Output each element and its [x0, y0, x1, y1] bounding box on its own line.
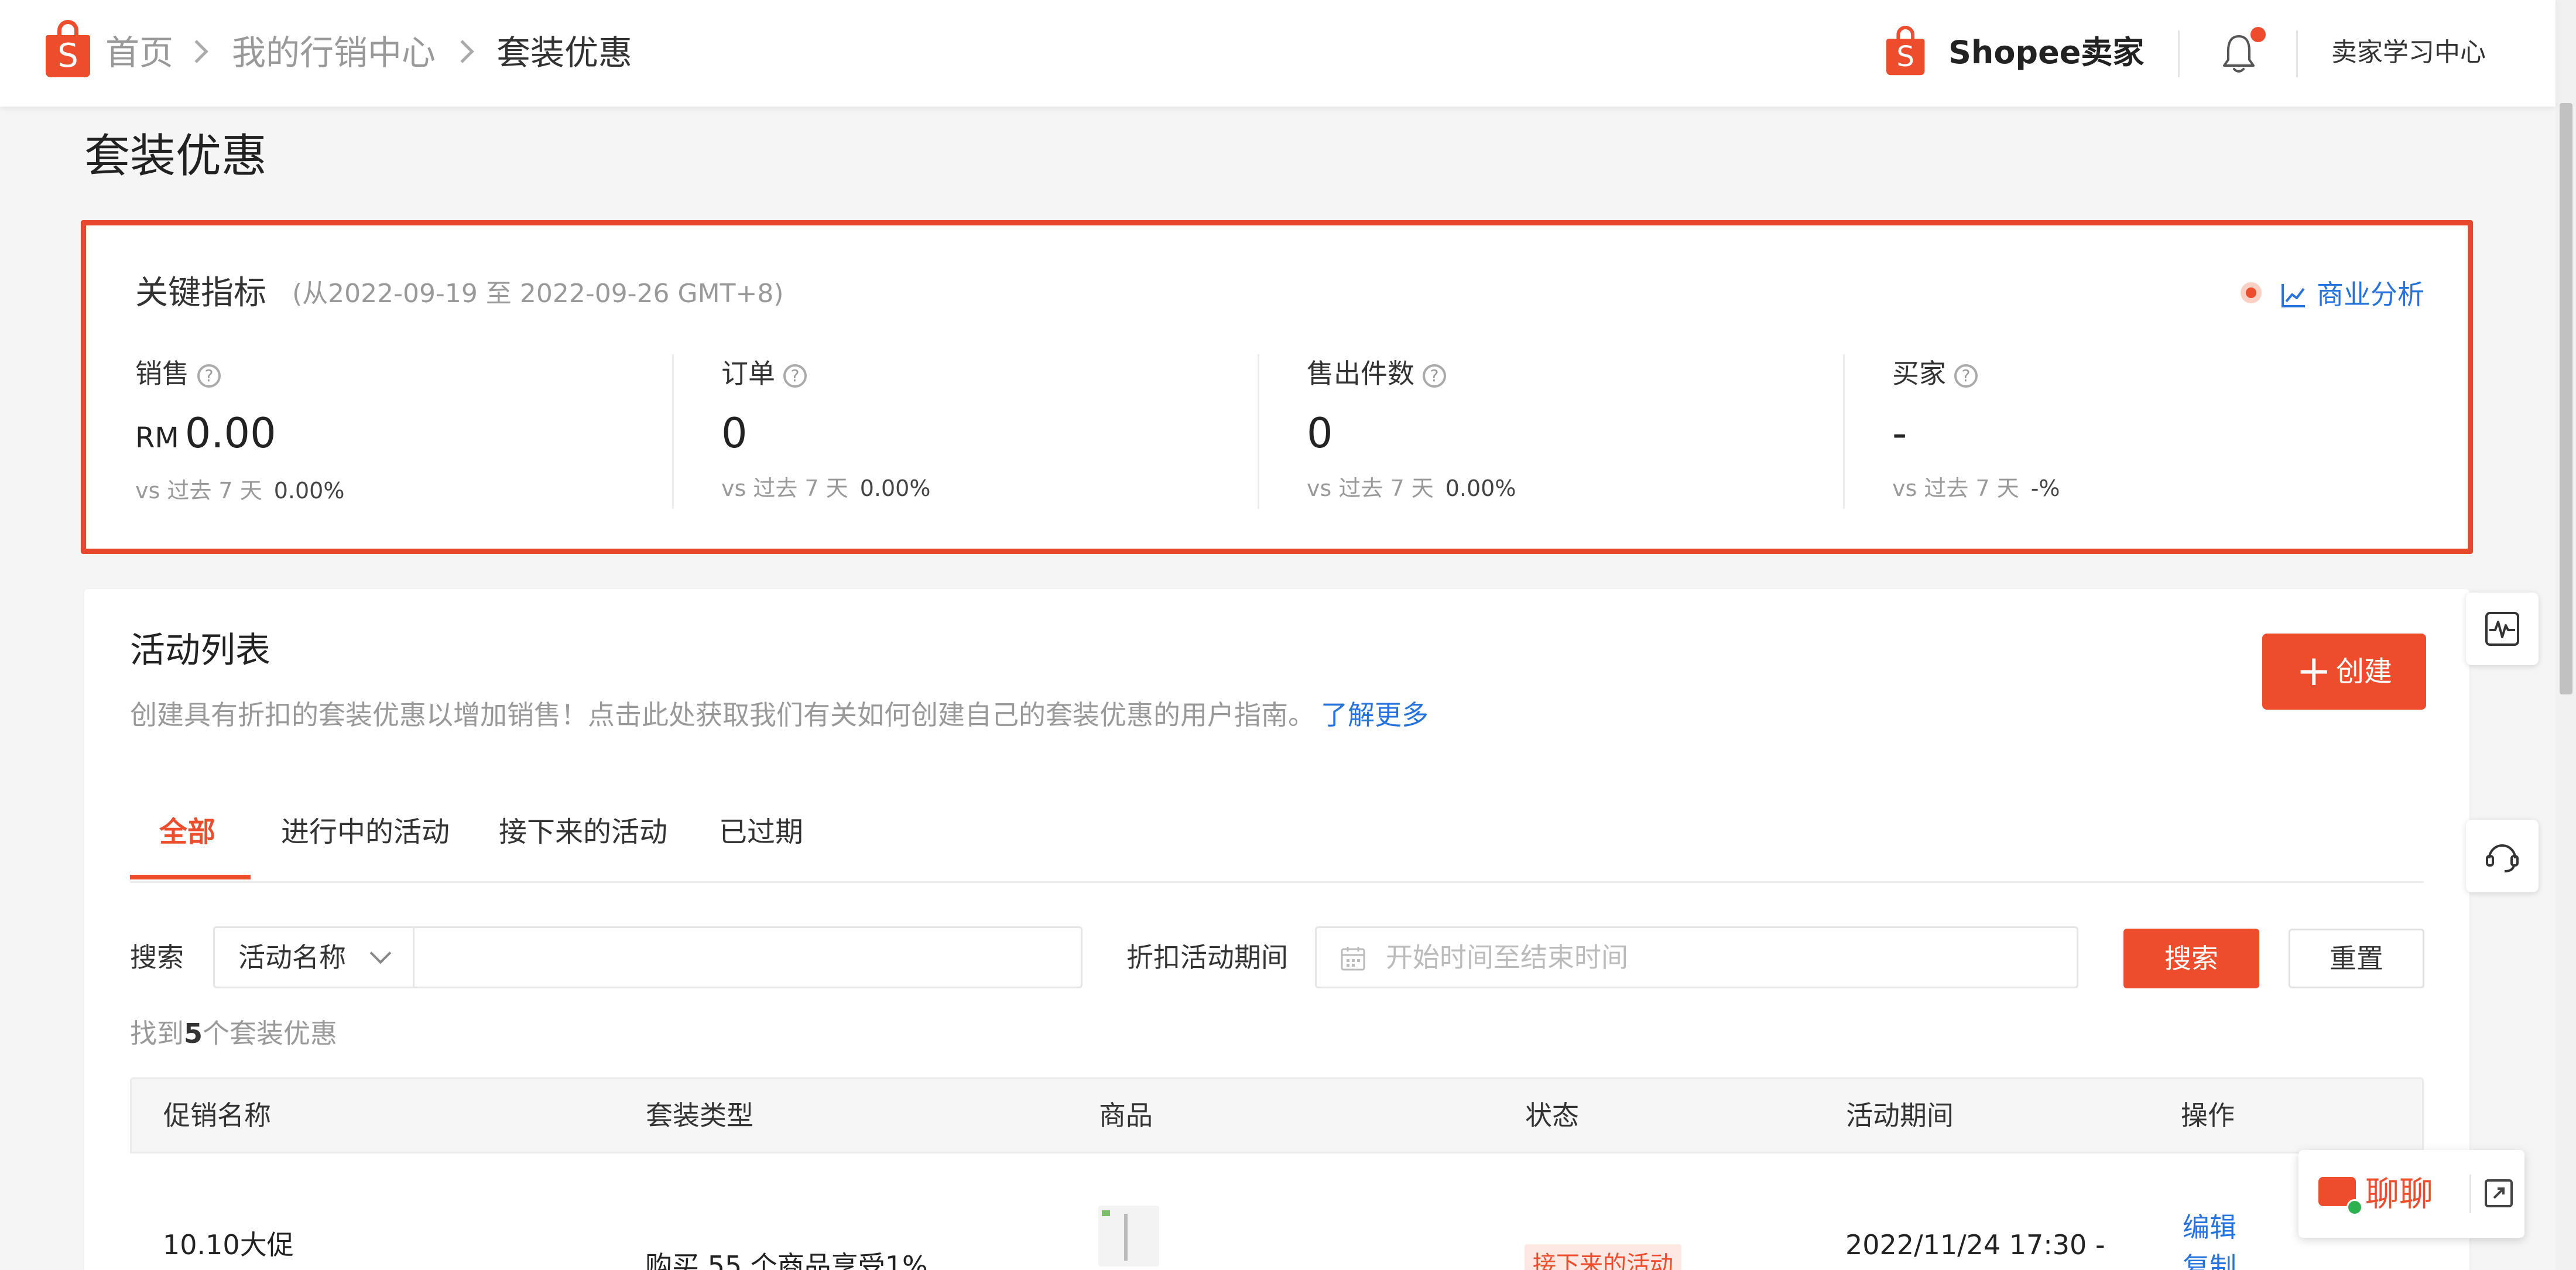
header-divider	[2178, 30, 2180, 77]
activity-monitor-button[interactable]	[2466, 593, 2539, 665]
notification-badge	[2250, 27, 2266, 42]
column-header-name: 促销名称	[163, 1100, 271, 1131]
column-header-period: 活动期间	[1846, 1100, 1954, 1131]
help-icon[interactable]: ?	[1423, 364, 1446, 388]
tab-upcoming[interactable]: 接下来的活动	[499, 788, 667, 876]
top-header: S 首页 我的行销中心 套装优惠 S Shopee卖家 卖家学习中心	[0, 0, 2556, 107]
metric-buyers: 买家? - vs 过去 7 天 -%	[1892, 354, 2478, 530]
metric-label: 订单?	[721, 354, 807, 393]
chevron-down-icon	[369, 942, 392, 964]
edit-link[interactable]: 编辑	[2183, 1208, 2236, 1247]
metric-value: RM 0.00	[135, 409, 276, 457]
business-insights-label: 商业分析	[2317, 279, 2424, 310]
search-input[interactable]	[413, 926, 1083, 988]
key-metrics-card: 关键指标 (从2022-09-19 至 2022-09-26 GMT+8) 商业…	[81, 220, 2473, 554]
breadcrumb-chevron-icon	[185, 40, 208, 63]
tab-ongoing[interactable]: 进行中的活动	[281, 788, 450, 876]
shopee-seller-logo-icon[interactable]: S	[1886, 26, 1925, 76]
breadcrumb-current: 套装优惠	[496, 33, 633, 73]
column-header-products: 商品	[1099, 1100, 1153, 1131]
table-row: 10.10大促 购买 55 个商品享受1% 接下来的活动 2022/11/24 …	[84, 1152, 2469, 1270]
metric-value: -	[1892, 409, 1907, 457]
search-label: 搜索	[130, 942, 184, 973]
period-start: 2022/11/24 17:30 -	[1845, 1229, 2105, 1261]
breadcrumb-home[interactable]: 首页	[105, 29, 173, 76]
date-range-picker[interactable]: 开始时间至结束时间	[1315, 926, 2078, 988]
promotion-name: 10.10大促	[163, 1229, 294, 1261]
metric-label: 买家?	[1892, 354, 1978, 393]
help-icon[interactable]: ?	[783, 364, 807, 388]
seller-learning-center-link[interactable]: 卖家学习中心	[2331, 29, 2486, 76]
metric-compare: vs 过去 7 天 0.00%	[135, 478, 345, 504]
breadcrumb-chevron-icon	[451, 40, 474, 63]
column-header-status: 状态	[1525, 1100, 1579, 1131]
brand-name[interactable]: Shopee卖家	[1948, 29, 2144, 76]
metric-orders: 订单? 0 vs 过去 7 天 0.00%	[721, 354, 1307, 530]
learn-more-link[interactable]: 了解更多	[1321, 699, 1429, 731]
scrollbar-thumb[interactable]	[2560, 103, 2572, 694]
metric-value: 0	[721, 409, 748, 457]
active-tab-indicator	[130, 875, 251, 879]
duplicate-link[interactable]: 复制	[2183, 1248, 2236, 1270]
page-root: S 首页 我的行销中心 套装优惠 S Shopee卖家 卖家学习中心 套装优惠 …	[0, 0, 2576, 1270]
calendar-icon	[1341, 947, 1365, 971]
column-header-actions: 操作	[2181, 1100, 2235, 1131]
key-metrics-period: (从2022-09-19 至 2022-09-26 GMT+8)	[292, 279, 784, 309]
bundle-type: 购买 55 个商品享受1%	[645, 1250, 928, 1270]
table-header: 促销名称 套装类型 商品 状态 活动期间 操作	[130, 1077, 2424, 1153]
tab-divider	[130, 881, 2424, 883]
help-icon[interactable]: ?	[197, 364, 221, 388]
tab-all[interactable]: 全部	[159, 788, 215, 876]
activity-list-title: 活动列表	[130, 630, 270, 671]
product-thumbnail[interactable]	[1098, 1206, 1159, 1266]
metric-divider	[1258, 354, 1259, 509]
chat-icon	[2318, 1177, 2363, 1216]
metric-compare: vs 过去 7 天 0.00%	[1307, 475, 1516, 501]
metric-compare: vs 过去 7 天 -%	[1892, 475, 2060, 501]
column-header-bundle-type: 套装类型	[646, 1100, 753, 1131]
chat-label: 聊聊	[2365, 1174, 2434, 1214]
expand-icon[interactable]	[2483, 1178, 2514, 1209]
header-divider	[2296, 30, 2298, 77]
discount-period-label: 折扣活动期间	[1126, 942, 1288, 973]
date-range-placeholder: 开始时间至结束时间	[1386, 942, 1628, 973]
help-icon[interactable]: ?	[1954, 364, 1978, 388]
metric-sales: 销售? RM 0.00 vs 过去 7 天 0.00%	[135, 354, 721, 530]
breadcrumb-marketing-centre[interactable]: 我的行销中心	[232, 29, 436, 76]
metric-divider	[672, 354, 674, 509]
metric-label: 销售?	[135, 354, 221, 393]
metric-value: 0	[1307, 409, 1333, 457]
metric-divider	[1843, 354, 1845, 509]
live-indicator-icon	[2241, 282, 2262, 303]
metric-label: 售出件数?	[1307, 354, 1446, 393]
bell-icon[interactable]	[2221, 33, 2256, 75]
chat-divider	[2469, 1175, 2471, 1213]
chat-widget[interactable]: 聊聊	[2298, 1150, 2524, 1238]
search-field-select[interactable]: 活动名称	[213, 926, 415, 988]
tab-expired[interactable]: 已过期	[719, 788, 803, 876]
reset-button[interactable]: 重置	[2289, 929, 2424, 988]
activity-monitor-icon	[2485, 612, 2519, 646]
customer-service-button[interactable]	[2466, 820, 2539, 892]
line-chart-icon	[2282, 284, 2305, 307]
activity-list-card: 活动列表 创建具有折扣的套装优惠以增加销售！点击此处获取我们有关如何创建自己的套…	[84, 589, 2469, 1270]
result-count-text: 找到5个套装优惠	[130, 1018, 338, 1049]
period-end: 2023/01/05 18:30	[1845, 1263, 2087, 1270]
headset-icon	[2486, 844, 2519, 872]
key-metrics-title: 关键指标	[135, 274, 266, 312]
plus-icon: +	[2296, 646, 2332, 695]
metric-compare: vs 过去 7 天 0.00%	[721, 475, 931, 501]
status-badge: 接下来的活动	[1525, 1244, 1681, 1270]
shopee-logo-icon[interactable]: S	[46, 20, 90, 77]
search-button[interactable]: 搜索	[2123, 929, 2259, 988]
metric-units-sold: 售出件数? 0 vs 过去 7 天 0.00%	[1307, 354, 1892, 530]
page-title: 套装优惠	[84, 130, 268, 183]
create-button[interactable]: + 创建	[2262, 634, 2426, 710]
activity-list-description: 创建具有折扣的套装优惠以增加销售！点击此处获取我们有关如何创建自己的套装优惠的用…	[130, 699, 1429, 731]
